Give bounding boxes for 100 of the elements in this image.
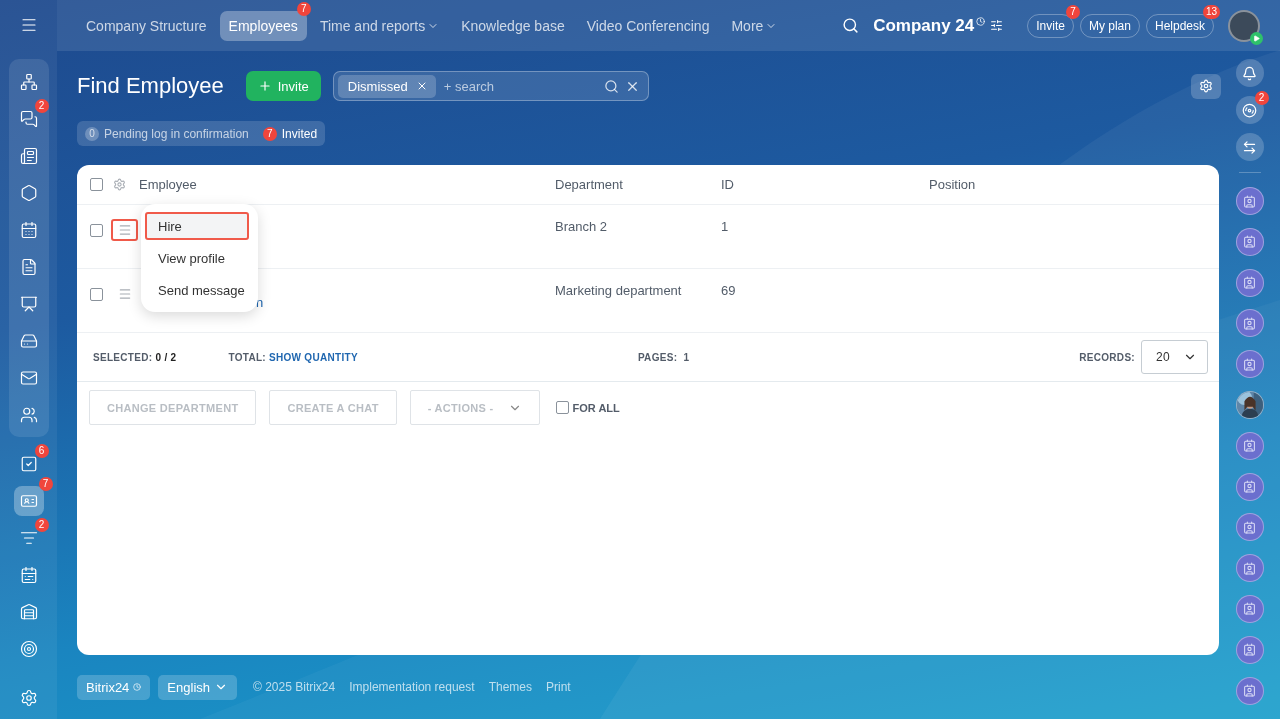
contact-button[interactable] [1235, 554, 1264, 583]
show-quantity-link[interactable]: SHOW QUANTITY [269, 351, 358, 363]
notification-badge: 6 [34, 444, 49, 458]
presentation-icon [19, 294, 38, 313]
contact-icon [1243, 602, 1256, 616]
search-field[interactable]: Dismissed + search [332, 71, 649, 101]
play-icon [1250, 31, 1263, 45]
hexagon-icon [19, 183, 38, 202]
document-icon [19, 257, 38, 276]
table-cell: 1 [721, 219, 729, 234]
column-header[interactable]: Department [555, 177, 623, 192]
contact-icon [1243, 480, 1256, 494]
tool-button[interactable] [1235, 59, 1264, 87]
calendar-icon [19, 220, 38, 239]
checkbox[interactable] [90, 178, 103, 191]
contact-button[interactable] [1235, 227, 1264, 256]
nav-tab[interactable]: Knowledge base [452, 10, 574, 41]
contact-button[interactable] [1235, 268, 1264, 297]
drive-icon [19, 331, 38, 350]
settings-button[interactable] [1191, 73, 1221, 99]
menu-item[interactable]: Send message [145, 276, 249, 304]
table-cell: Marketing department [555, 283, 682, 298]
records-select[interactable]: 20 [1141, 340, 1208, 374]
footer-link[interactable]: Implementation request [349, 680, 475, 694]
contact-icon [1243, 357, 1256, 371]
column-header[interactable]: ID [721, 177, 734, 192]
nav-tab[interactable]: Video Conferencing [577, 10, 719, 41]
contact-icon [1243, 194, 1256, 208]
notification-badge: 2 [1254, 91, 1269, 105]
settings-icon[interactable] [19, 689, 38, 707]
menu-item[interactable]: View profile [145, 244, 249, 272]
contact-icon [1243, 439, 1256, 453]
filter-chip[interactable]: Dismissed [337, 74, 436, 98]
copyright-text: © 2025 Bitrix24 [253, 680, 336, 694]
records-label: RECORDS: [1079, 351, 1135, 363]
language-select[interactable]: English [158, 674, 237, 700]
disc-icon [1242, 102, 1257, 118]
menu-icon[interactable] [19, 16, 38, 34]
checkbox[interactable] [90, 287, 103, 301]
column-header[interactable]: Position [929, 177, 976, 192]
column-header[interactable]: Employee [139, 177, 197, 192]
page-title: Find Employee [77, 73, 224, 99]
clock-icon [976, 17, 986, 26]
notification-badge: 7 [296, 1, 311, 16]
contact-icon [1243, 684, 1256, 698]
contact-button[interactable] [1235, 187, 1264, 215]
footer-link[interactable]: Themes [488, 680, 532, 694]
row-menu-button[interactable] [111, 219, 138, 241]
checkbox[interactable] [90, 223, 103, 237]
selected-count: SELECTED: 0 / 2 [93, 351, 177, 363]
nav-tab[interactable]: Employees [219, 10, 307, 41]
total-label: TOTAL: [228, 351, 266, 363]
search-icon[interactable] [842, 17, 860, 34]
plus-icon [257, 79, 272, 93]
settings-icon [1199, 79, 1213, 93]
for-all-checkbox[interactable]: FOR ALL [555, 401, 620, 414]
clock-icon [133, 683, 142, 691]
notification-badge: 7 [38, 477, 53, 491]
contact-button[interactable] [1235, 472, 1264, 501]
contact-button[interactable] [1235, 594, 1264, 623]
sidebar-item[interactable] [13, 485, 44, 516]
counter-item[interactable]: 7 Invited [262, 126, 318, 141]
footer-link[interactable]: Print [546, 680, 571, 694]
contact-button[interactable] [1235, 350, 1264, 379]
notification-badge: 13 [1202, 4, 1220, 19]
mail-icon [19, 368, 38, 387]
contact-button[interactable] [1235, 635, 1264, 664]
notification-badge: 7 [1065, 4, 1080, 19]
contact-button[interactable] [1235, 513, 1264, 542]
invite-button[interactable]: Invite [245, 71, 321, 101]
contact-button[interactable] [1235, 431, 1264, 460]
notification-badge: 2 [34, 518, 49, 532]
people-icon [19, 405, 38, 424]
target-icon [19, 639, 38, 658]
table-cell: 69 [721, 283, 736, 298]
calendar-list-icon [19, 565, 38, 584]
menu-item[interactable]: Hire [145, 212, 249, 240]
company-name[interactable]: Company 24 [873, 15, 975, 36]
contact-icon [1243, 276, 1256, 290]
news-icon [19, 146, 38, 165]
contact-button[interactable] [1235, 676, 1264, 705]
menu-icon [117, 287, 132, 301]
contact-icon [1243, 520, 1256, 534]
search-icon[interactable] [603, 78, 619, 94]
nav-tab[interactable]: More [722, 10, 787, 41]
nav-tab[interactable]: Time and reports [310, 10, 449, 41]
contact-icon [1243, 235, 1256, 249]
sliders-icon[interactable] [990, 19, 1004, 32]
menu-icon [117, 223, 132, 237]
tool-button[interactable] [1235, 133, 1264, 161]
chat-icon [19, 109, 38, 128]
table-cell: Branch 2 [555, 219, 608, 234]
user-avatar[interactable] [1228, 9, 1260, 42]
pages-label: PAGES: 1 [637, 351, 690, 363]
counter-item[interactable]: 0 Pending log in confirmation [85, 126, 249, 141]
nav-tab[interactable]: Company Structure [77, 10, 216, 41]
contact-icon [1243, 316, 1256, 330]
contact-button[interactable] [1235, 309, 1264, 338]
brand-button[interactable]: Bitrix24 [77, 674, 151, 700]
contact-icon [1243, 561, 1256, 575]
